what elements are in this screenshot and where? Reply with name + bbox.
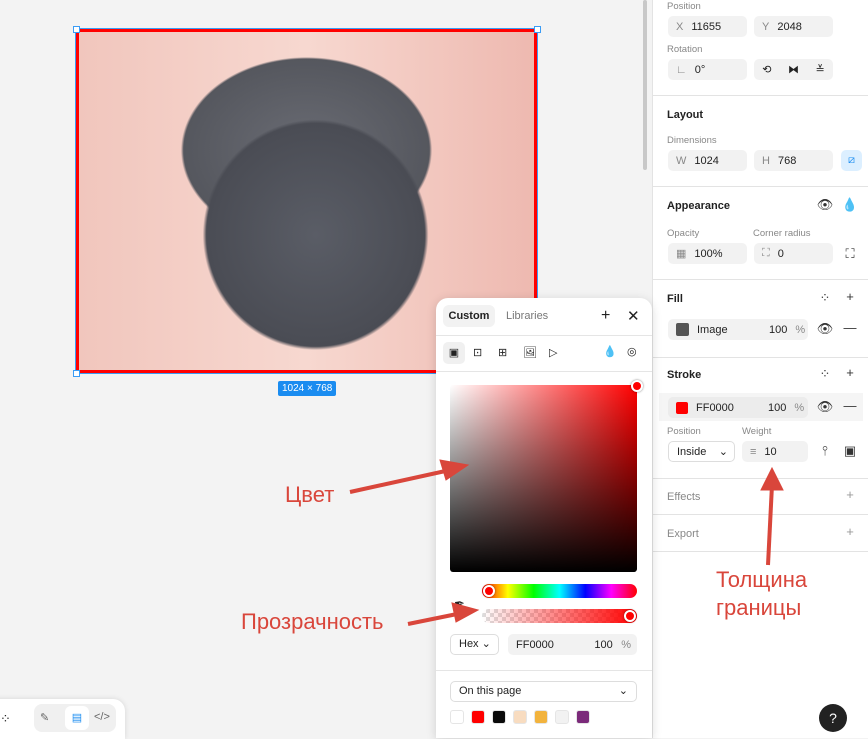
annotation-weight-1: Толщина xyxy=(716,567,808,592)
annotation-arrows xyxy=(349,459,784,626)
weight-arrowhead xyxy=(760,466,784,491)
weight-arrow xyxy=(766,484,774,566)
annotation-opacity: Прозрачность xyxy=(241,609,384,634)
opacity-arrow xyxy=(407,611,463,626)
annotation-color: Цвет xyxy=(285,482,335,507)
color-arrow xyxy=(349,468,451,494)
opacity-arrowhead xyxy=(451,602,480,623)
annotation-weight-2: границы xyxy=(716,595,802,620)
color-arrowhead xyxy=(439,459,470,481)
